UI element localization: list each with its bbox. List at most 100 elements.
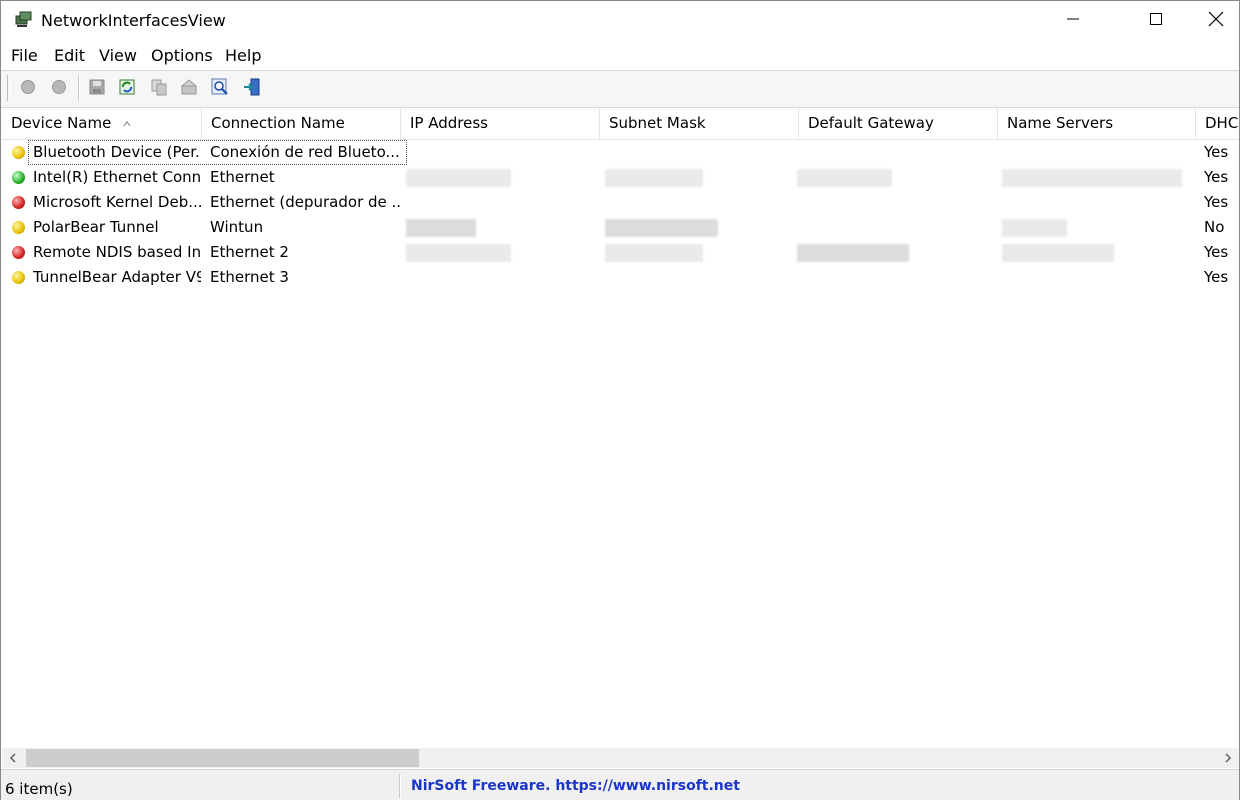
device-name-cell: PolarBear Tunnel — [33, 218, 159, 236]
toolbar — [1, 70, 1239, 108]
column-device-name[interactable]: Device Name — [2, 108, 202, 139]
enable-icon — [19, 78, 37, 100]
find-button[interactable] — [208, 77, 232, 101]
enable-button[interactable] — [16, 77, 40, 101]
table-row[interactable]: Remote NDIS based In... Ethernet 2 Yes — [2, 240, 1239, 265]
connection-name-cell: Ethernet — [210, 168, 275, 186]
status-yellow-icon — [12, 146, 25, 159]
interfaces-list[interactable]: Device Name Connection Name IP Address S… — [2, 108, 1239, 748]
dhcp-cell: Yes — [1204, 193, 1229, 211]
connection-name-cell: Ethernet 2 — [210, 243, 289, 261]
gateway-redacted — [797, 244, 909, 262]
subnet-mask-redacted — [605, 219, 718, 237]
column-ip-address[interactable]: IP Address — [401, 108, 600, 139]
column-label: Device Name — [11, 114, 112, 132]
column-connection-name[interactable]: Connection Name — [202, 108, 401, 139]
maximize-button[interactable] — [1127, 1, 1185, 41]
status-yellow-icon — [12, 271, 25, 284]
dhcp-cell: Yes — [1204, 268, 1229, 286]
connection-name-cell: Ethernet (depurador de ... — [210, 193, 400, 211]
device-name-cell: TunnelBear Adapter V9 — [33, 268, 201, 286]
table-row[interactable]: Bluetooth Device (Per... Conexión de red… — [2, 140, 1239, 165]
sort-ascending-icon — [123, 108, 131, 139]
table-row[interactable]: Microsoft Kernel Deb... Ethernet (depura… — [2, 190, 1239, 215]
minimize-icon — [1066, 12, 1080, 30]
status-separator — [399, 774, 401, 798]
app-window: NetworkInterfacesView File Edit View Opt… — [0, 0, 1240, 800]
copy-button[interactable] — [147, 77, 171, 101]
device-name-cell: Intel(R) Ethernet Conn... — [33, 168, 201, 186]
list-header: Device Name Connection Name IP Address S… — [2, 108, 1239, 140]
device-name-cell: Microsoft Kernel Deb... — [33, 193, 201, 211]
menu-edit[interactable]: Edit — [54, 46, 85, 65]
save-button[interactable] — [85, 77, 109, 101]
scrollbar-thumb[interactable] — [26, 749, 419, 767]
status-yellow-icon — [12, 221, 25, 234]
scroll-left-button[interactable] — [2, 748, 24, 768]
column-default-gateway[interactable]: Default Gateway — [799, 108, 998, 139]
dhcp-cell: Yes — [1204, 168, 1229, 186]
menu-view[interactable]: View — [99, 46, 137, 65]
title-bar[interactable]: NetworkInterfacesView — [1, 1, 1239, 41]
connection-name-cell: Conexión de red Blueto... — [210, 143, 400, 161]
save-icon — [88, 78, 106, 100]
menu-options[interactable]: Options — [151, 46, 213, 65]
minimize-button[interactable] — [1044, 1, 1102, 41]
menu-bar: File Edit View Options Help — [1, 42, 1239, 69]
table-row[interactable]: Intel(R) Ethernet Conn... Ethernet Yes — [2, 165, 1239, 190]
network-app-icon — [13, 10, 33, 30]
name-servers-redacted — [1002, 169, 1182, 187]
properties-button[interactable] — [177, 77, 201, 101]
column-label: Default Gateway — [808, 114, 934, 132]
status-red-icon — [12, 196, 25, 209]
close-button[interactable] — [1187, 1, 1240, 41]
status-green-icon — [12, 171, 25, 184]
gateway-redacted — [797, 169, 892, 187]
subnet-mask-redacted — [605, 169, 703, 187]
column-subnet-mask[interactable]: Subnet Mask — [600, 108, 799, 139]
nirsoft-link[interactable]: NirSoft Freeware. https://www.nirsoft.ne… — [411, 778, 740, 794]
scroll-right-button[interactable] — [1217, 748, 1239, 768]
menu-file[interactable]: File — [11, 46, 38, 65]
exit-button[interactable] — [240, 77, 264, 101]
disable-button[interactable] — [47, 77, 71, 101]
find-icon — [211, 78, 229, 100]
refresh-icon — [118, 78, 136, 100]
toolbar-separator — [78, 75, 80, 101]
window-title: NetworkInterfacesView — [41, 11, 226, 30]
properties-icon — [180, 78, 198, 100]
horizontal-scrollbar[interactable] — [2, 748, 1239, 768]
menu-help[interactable]: Help — [225, 46, 261, 65]
disable-icon — [50, 78, 68, 100]
copy-icon — [150, 78, 168, 100]
item-count: 6 item(s) — [5, 780, 73, 798]
connection-name-cell: Ethernet 3 — [210, 268, 289, 286]
name-servers-redacted — [1002, 244, 1114, 262]
refresh-button[interactable] — [115, 77, 139, 101]
maximize-icon — [1149, 12, 1163, 30]
ip-address-redacted — [406, 244, 511, 262]
status-bar: 6 item(s) NirSoft Freeware. https://www.… — [1, 769, 1239, 800]
dhcp-cell: Yes — [1204, 143, 1229, 161]
ip-address-redacted — [406, 169, 511, 187]
device-name-cell: Remote NDIS based In... — [33, 243, 201, 261]
status-red-icon — [12, 246, 25, 259]
column-label: Connection Name — [211, 114, 345, 132]
subnet-mask-redacted — [605, 244, 703, 262]
dhcp-cell: No — [1204, 218, 1225, 236]
table-row[interactable]: TunnelBear Adapter V9 Ethernet 3 Yes — [2, 265, 1239, 290]
column-name-servers[interactable]: Name Servers — [998, 108, 1196, 139]
dhcp-cell: Yes — [1204, 243, 1229, 261]
ip-address-redacted — [406, 219, 476, 237]
chevron-left-icon — [9, 749, 17, 767]
close-icon — [1208, 11, 1224, 31]
device-name-cell: Bluetooth Device (Per... — [33, 143, 201, 161]
column-label: Subnet Mask — [609, 114, 706, 132]
toolbar-grip[interactable] — [7, 75, 11, 101]
exit-icon — [243, 78, 261, 100]
name-servers-redacted — [1002, 219, 1067, 237]
column-label: Name Servers — [1007, 114, 1114, 132]
column-dhcp[interactable]: DHCP — [1196, 108, 1239, 139]
table-row[interactable]: PolarBear Tunnel Wintun No — [2, 215, 1239, 240]
column-label: IP Address — [410, 114, 488, 132]
